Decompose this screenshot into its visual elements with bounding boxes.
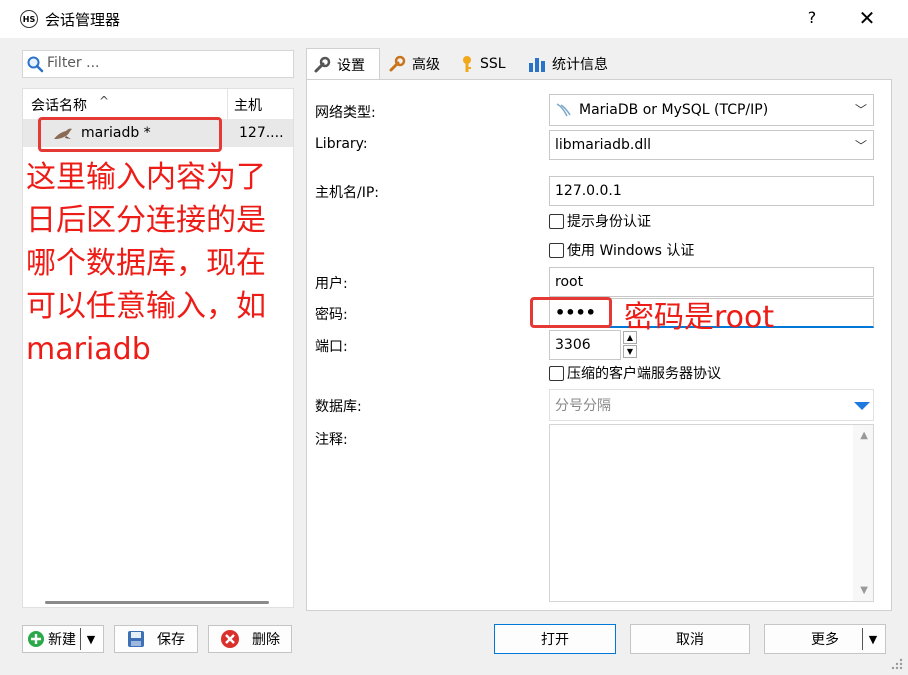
checkbox-box bbox=[549, 213, 564, 229]
network-type-label: 网络类型: bbox=[315, 105, 376, 121]
plus-circle-icon bbox=[28, 631, 44, 647]
tab-label: 高级 bbox=[412, 57, 440, 73]
windows-auth-checkbox[interactable]: 使用 Windows 认证 bbox=[549, 240, 694, 260]
new-button[interactable]: 新建 ▼ bbox=[22, 625, 104, 653]
port-value: 3306 bbox=[555, 337, 591, 353]
port-down-icon[interactable]: ▼ bbox=[623, 345, 637, 358]
new-dropdown-icon[interactable]: ▼ bbox=[80, 628, 101, 650]
tab-strip: 设置 高级 SSL 统计信息 bbox=[306, 48, 892, 80]
database-label: 数据库: bbox=[315, 399, 362, 415]
library-label: Library: bbox=[315, 136, 368, 152]
host-input[interactable]: 127.0.0.1 bbox=[549, 176, 874, 206]
column-divider[interactable] bbox=[227, 89, 228, 119]
app-icon: HS bbox=[20, 10, 38, 28]
save-label: 保存 bbox=[157, 632, 185, 648]
host-label: 主机名/IP: bbox=[315, 185, 380, 201]
password-label: 密码: bbox=[315, 307, 348, 323]
filter-input[interactable]: Filter ... bbox=[22, 50, 294, 78]
checkbox-box bbox=[549, 242, 564, 258]
scroll-down-icon[interactable]: ▼ bbox=[860, 585, 868, 596]
tab-label: 统计信息 bbox=[552, 57, 608, 73]
port-input[interactable]: 3306 bbox=[549, 330, 621, 360]
bar-chart-icon bbox=[529, 58, 545, 72]
vertical-scrollbar[interactable] bbox=[853, 425, 873, 601]
compressed-protocol-checkbox[interactable]: 压缩的客户端服务器协议 bbox=[549, 363, 721, 383]
wrench-orange-icon bbox=[389, 55, 406, 72]
tab-label: SSL bbox=[480, 56, 506, 72]
floppy-disk-icon bbox=[128, 631, 144, 647]
user-value: root bbox=[555, 274, 584, 290]
compressed-protocol-label: 压缩的客户端服务器协议 bbox=[567, 366, 721, 382]
user-label: 用户: bbox=[315, 276, 348, 292]
wrench-icon bbox=[314, 56, 331, 72]
more-button[interactable]: 更多 ▼ bbox=[764, 624, 886, 654]
prompt-credentials-label: 提示身份认证 bbox=[567, 214, 651, 230]
resize-grip-icon[interactable] bbox=[890, 657, 904, 671]
cancel-button[interactable]: 取消 bbox=[630, 624, 750, 654]
network-type-select[interactable]: MariaDB or MySQL (TCP/IP) ﹀ bbox=[549, 94, 874, 126]
tab-settings[interactable]: 设置 bbox=[306, 48, 380, 80]
window-title: 会话管理器 bbox=[45, 11, 121, 29]
column-header-host[interactable]: 主机 bbox=[234, 95, 262, 115]
more-dropdown-icon[interactable]: ▼ bbox=[862, 628, 883, 650]
comment-textarea[interactable]: ▲ ▼ bbox=[549, 424, 874, 602]
library-value: libmariadb.dll bbox=[555, 137, 651, 153]
save-button[interactable]: 保存 bbox=[114, 625, 198, 653]
close-button[interactable]: ✕ bbox=[855, 6, 879, 30]
port-label: 端口: bbox=[315, 339, 348, 355]
tab-statistics[interactable]: 统计信息 bbox=[522, 48, 622, 80]
delete-circle-icon bbox=[221, 630, 239, 648]
annotation-note: 这里输入内容为了日后区分连接的是哪个数据库，现在可以任意输入，如mariadb bbox=[26, 160, 266, 367]
checkbox-box bbox=[549, 365, 564, 381]
comment-label: 注释: bbox=[315, 432, 348, 448]
settings-panel: 网络类型: MariaDB or MySQL (TCP/IP) ﹀ Librar… bbox=[306, 79, 892, 611]
host-value: 127.0.0.1 bbox=[555, 183, 622, 199]
annotation-password-box bbox=[530, 297, 612, 328]
chevron-down-icon: ﹀ bbox=[854, 103, 867, 117]
key-icon bbox=[463, 56, 471, 72]
title-bar: HS 会话管理器 ? ✕ bbox=[0, 0, 908, 38]
open-button[interactable]: 打开 bbox=[494, 624, 616, 654]
sort-ascending-icon: ^ bbox=[99, 94, 110, 108]
network-type-value: MariaDB or MySQL (TCP/IP) bbox=[579, 102, 769, 118]
search-icon bbox=[27, 56, 44, 73]
database-input[interactable]: 分号分隔 bbox=[549, 389, 874, 421]
session-host: 127.... bbox=[239, 125, 284, 141]
annotation-highlight-box bbox=[38, 117, 222, 152]
library-select[interactable]: libmariadb.dll ﹀ bbox=[549, 130, 874, 160]
dolphin-icon bbox=[556, 103, 571, 117]
windows-auth-label: 使用 Windows 认证 bbox=[567, 243, 695, 259]
dropdown-arrow-icon[interactable] bbox=[853, 401, 871, 411]
database-placeholder: 分号分隔 bbox=[555, 398, 611, 414]
new-label: 新建 bbox=[48, 632, 76, 648]
tab-advanced[interactable]: 高级 bbox=[382, 48, 452, 80]
delete-button[interactable]: 删除 bbox=[208, 625, 292, 653]
help-button[interactable]: ? bbox=[802, 8, 822, 30]
more-label: 更多 bbox=[811, 632, 839, 648]
tab-label: 设置 bbox=[337, 57, 365, 74]
filter-placeholder: Filter ... bbox=[47, 55, 100, 71]
annotation-password-note: 密码是root bbox=[624, 300, 775, 335]
chevron-down-icon: ﹀ bbox=[854, 139, 867, 153]
horizontal-scrollbar[interactable] bbox=[45, 601, 269, 604]
prompt-credentials-checkbox[interactable]: 提示身份认证 bbox=[549, 211, 651, 231]
scroll-up-icon[interactable]: ▲ bbox=[860, 430, 868, 441]
open-label: 打开 bbox=[541, 632, 569, 648]
delete-label: 删除 bbox=[252, 632, 280, 648]
tab-ssl[interactable]: SSL bbox=[454, 48, 520, 80]
column-header-session-name[interactable]: 会话名称 bbox=[31, 95, 87, 115]
cancel-label: 取消 bbox=[676, 632, 704, 648]
